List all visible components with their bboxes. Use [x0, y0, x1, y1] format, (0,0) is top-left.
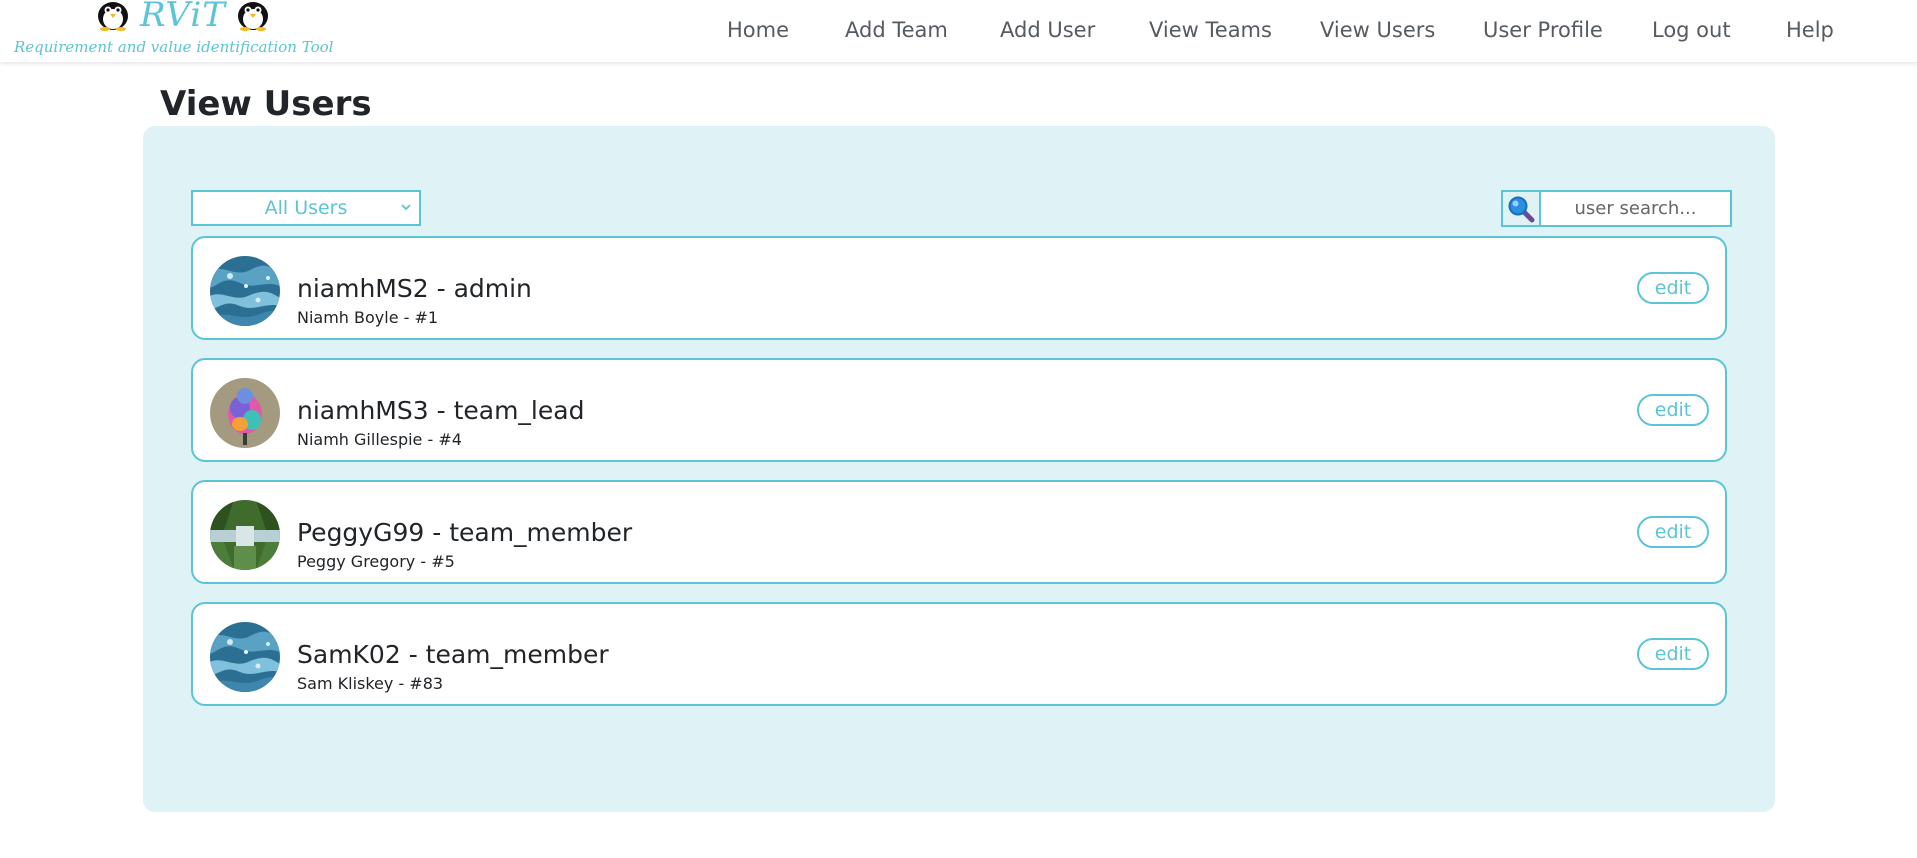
nav-home[interactable]: Home — [727, 18, 789, 42]
ocean-avatar-icon — [210, 622, 280, 692]
nav-user-profile[interactable]: User Profile — [1483, 18, 1603, 42]
nav-add-user[interactable]: Add User — [1000, 18, 1095, 42]
avatar — [210, 500, 280, 570]
search-button[interactable] — [1501, 190, 1539, 227]
penguin-icon — [98, 2, 128, 31]
edit-button[interactable]: edit — [1637, 638, 1709, 670]
user-list: niamhMS2 - admin Niamh Boyle - #1 edit n… — [191, 236, 1727, 724]
logo-text: RViT — [140, 0, 226, 35]
forest-avatar-icon — [210, 500, 280, 570]
user-subtitle: Niamh Gillespie - #4 — [297, 430, 462, 449]
penguin-icon — [237, 2, 268, 31]
logo-mark: RViT — [94, 0, 272, 32]
avatar — [210, 622, 280, 692]
app-logo[interactable]: RViT Requirement and value identificatio… — [4, 0, 380, 60]
user-card: niamhMS3 - team_lead Niamh Gillespie - #… — [191, 358, 1727, 462]
edit-button[interactable]: edit — [1637, 516, 1709, 548]
user-card: PeggyG99 - team_member Peggy Gregory - #… — [191, 480, 1727, 584]
user-subtitle: Sam Kliskey - #83 — [297, 674, 444, 693]
user-filter-select[interactable]: All Users — [191, 190, 421, 226]
nav-log-out[interactable]: Log out — [1652, 18, 1731, 42]
page-title: View Users — [160, 84, 372, 124]
avatar — [210, 378, 280, 448]
search-input[interactable] — [1539, 190, 1732, 227]
user-search — [1501, 190, 1732, 227]
user-title: niamhMS3 - team_lead — [297, 396, 585, 425]
nav-help[interactable]: Help — [1786, 18, 1834, 42]
user-title: PeggyG99 - team_member — [297, 518, 633, 547]
navbar: RViT Requirement and value identificatio… — [0, 0, 1917, 62]
user-card: SamK02 - team_member Sam Kliskey - #83 e… — [191, 602, 1727, 706]
search-icon — [1508, 196, 1535, 222]
edit-button[interactable]: edit — [1637, 272, 1709, 304]
nav-add-team[interactable]: Add Team — [845, 18, 948, 42]
user-subtitle: Peggy Gregory - #5 — [297, 552, 455, 571]
chevron-down-icon — [401, 204, 411, 211]
nav-view-users[interactable]: View Users — [1320, 18, 1435, 42]
edit-button[interactable]: edit — [1637, 394, 1709, 426]
avatar — [210, 256, 280, 326]
user-card: niamhMS2 - admin Niamh Boyle - #1 edit — [191, 236, 1727, 340]
logo-subtitle: Requirement and value identification Too… — [14, 38, 334, 56]
user-subtitle: Niamh Boyle - #1 — [297, 308, 439, 327]
nav-view-teams[interactable]: View Teams — [1149, 18, 1272, 42]
ocean-avatar-icon — [210, 256, 280, 326]
user-title: niamhMS2 - admin — [297, 274, 532, 303]
user-filter-value: All Users — [264, 197, 348, 219]
user-title: SamK02 - team_member — [297, 640, 609, 669]
bird-avatar-icon — [210, 378, 280, 448]
